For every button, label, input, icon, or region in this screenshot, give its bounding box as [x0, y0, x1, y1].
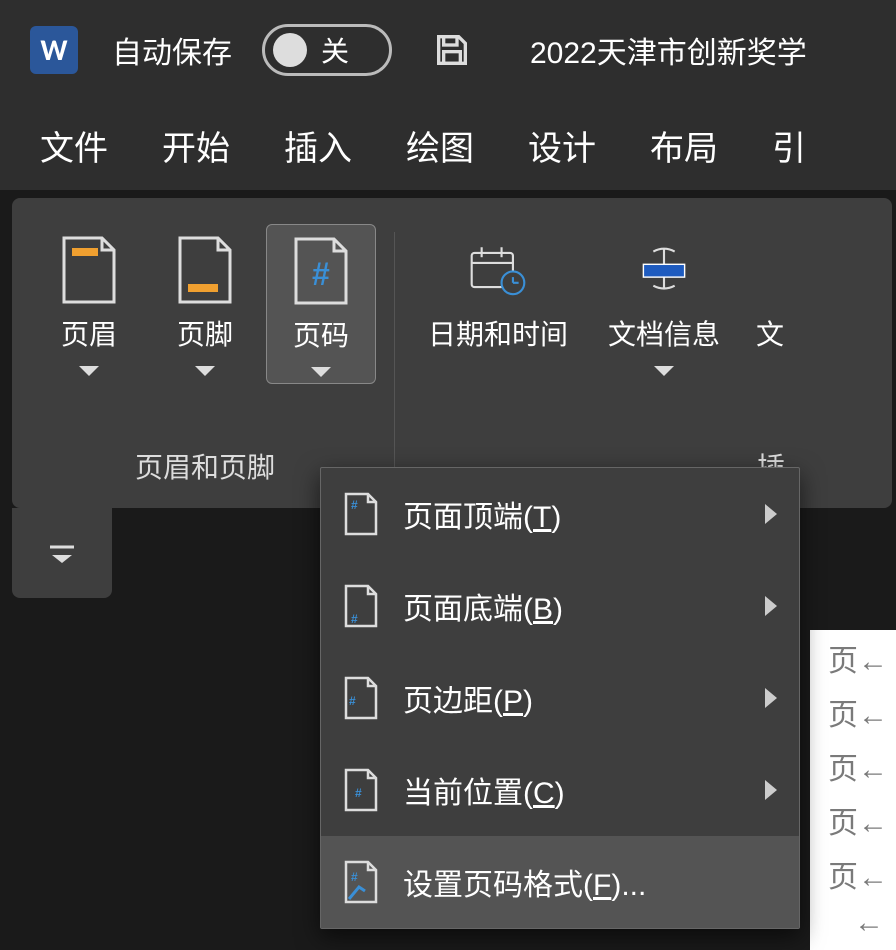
- footer-button[interactable]: 页脚: [150, 224, 260, 382]
- chevron-right-icon: [765, 504, 777, 524]
- document-area[interactable]: 页← 页← 页← 页← 页← ←: [810, 630, 896, 950]
- doc-info-button[interactable]: 文档信息: [589, 224, 739, 382]
- tab-file[interactable]: 文件: [40, 121, 108, 170]
- group-header-footer: 页眉 页脚 #: [26, 212, 384, 494]
- page-top-icon: #: [343, 491, 379, 537]
- tab-layout[interactable]: 布局: [650, 121, 718, 170]
- autosave-label: 自动保存: [112, 28, 232, 72]
- svg-text:#: #: [355, 786, 362, 800]
- doc-parts-icon: [738, 230, 802, 310]
- doc-text: 页←: [828, 852, 888, 896]
- page-margins-icon: #: [343, 675, 379, 721]
- chevron-right-icon: [765, 596, 777, 616]
- doc-info-label: 文档信息: [608, 318, 720, 352]
- date-time-icon: [466, 230, 530, 310]
- svg-text:#: #: [351, 612, 358, 626]
- dropdown-label: 页边距(P): [403, 676, 741, 720]
- format-page-number-icon: #: [343, 859, 379, 905]
- header-icon: [57, 230, 121, 310]
- tab-insert[interactable]: 插入: [284, 121, 352, 170]
- page-number-label: 页码: [293, 319, 349, 353]
- page-number-dropdown: # 页面顶端(T) # 页面底端(B) # 页边距(P) # 当前位置(C): [320, 467, 800, 929]
- dropdown-item-margins[interactable]: # 页边距(P): [321, 652, 799, 744]
- tab-references[interactable]: 引: [772, 121, 806, 170]
- dropdown-label: 当前位置(C): [403, 768, 741, 812]
- svg-text:#: #: [351, 498, 358, 512]
- tab-design[interactable]: 设计: [528, 121, 596, 170]
- toggle-state-label: 关: [321, 30, 349, 70]
- chevron-right-icon: [765, 780, 777, 800]
- dropdown-label: 页面底端(B): [403, 584, 741, 628]
- collapse-icon: [48, 543, 76, 563]
- tab-home[interactable]: 开始: [162, 121, 230, 170]
- page-bottom-icon: #: [343, 583, 379, 629]
- ribbon-collapse-button[interactable]: [12, 508, 112, 598]
- doc-text: 页←: [828, 636, 888, 680]
- dropdown-item-bottom[interactable]: # 页面底端(B): [321, 560, 799, 652]
- doc-text: 页←: [828, 690, 888, 734]
- current-position-icon: #: [343, 767, 379, 813]
- dropdown-label: 设置页码格式(F)...: [403, 860, 777, 904]
- date-time-button[interactable]: 日期和时间: [413, 224, 583, 358]
- word-app-icon: W: [30, 26, 78, 74]
- footer-icon: [173, 230, 237, 310]
- header-label: 页眉: [61, 318, 117, 352]
- svg-text:#: #: [312, 256, 330, 292]
- doc-parts-button[interactable]: 文: [745, 224, 795, 358]
- save-button[interactable]: [430, 28, 474, 72]
- chevron-down-icon: [311, 367, 331, 377]
- autosave-toggle[interactable]: 关: [262, 24, 392, 76]
- dropdown-item-format[interactable]: # 设置页码格式(F)...: [321, 836, 799, 928]
- svg-text:#: #: [351, 870, 358, 884]
- svg-text:#: #: [349, 694, 356, 708]
- group-insert: 日期和时间 文档信息 文 插: [405, 212, 803, 494]
- ribbon-divider: [394, 232, 395, 474]
- chevron-down-icon: [79, 366, 99, 376]
- chevron-right-icon: [765, 688, 777, 708]
- chevron-down-icon: [195, 366, 215, 376]
- footer-label: 页脚: [177, 318, 233, 352]
- date-time-label: 日期和时间: [428, 318, 568, 352]
- toggle-knob-icon: [273, 33, 307, 67]
- doc-text: 页←: [828, 744, 888, 788]
- doc-info-icon: [632, 230, 696, 310]
- doc-text: 页←: [828, 798, 888, 842]
- dropdown-item-current[interactable]: # 当前位置(C): [321, 744, 799, 836]
- doc-parts-label: 文: [756, 318, 784, 352]
- tab-draw[interactable]: 绘图: [406, 121, 474, 170]
- doc-text: ←: [854, 906, 884, 940]
- chevron-down-icon: [654, 366, 674, 376]
- document-title: 2022天津市创新奖学: [530, 28, 807, 72]
- group-label-header-footer: 页眉和页脚: [135, 446, 275, 494]
- header-button[interactable]: 页眉: [34, 224, 144, 382]
- page-number-icon: #: [289, 231, 353, 311]
- ribbon-tabs: 文件 开始 插入 绘图 设计 布局 引: [0, 100, 896, 190]
- dropdown-label: 页面顶端(T): [403, 492, 741, 536]
- page-number-button[interactable]: # 页码: [266, 224, 376, 384]
- ribbon-panel: 页眉 页脚 #: [12, 198, 892, 508]
- title-bar: W 自动保存 关 2022天津市创新奖学: [0, 0, 896, 100]
- dropdown-item-top[interactable]: # 页面顶端(T): [321, 468, 799, 560]
